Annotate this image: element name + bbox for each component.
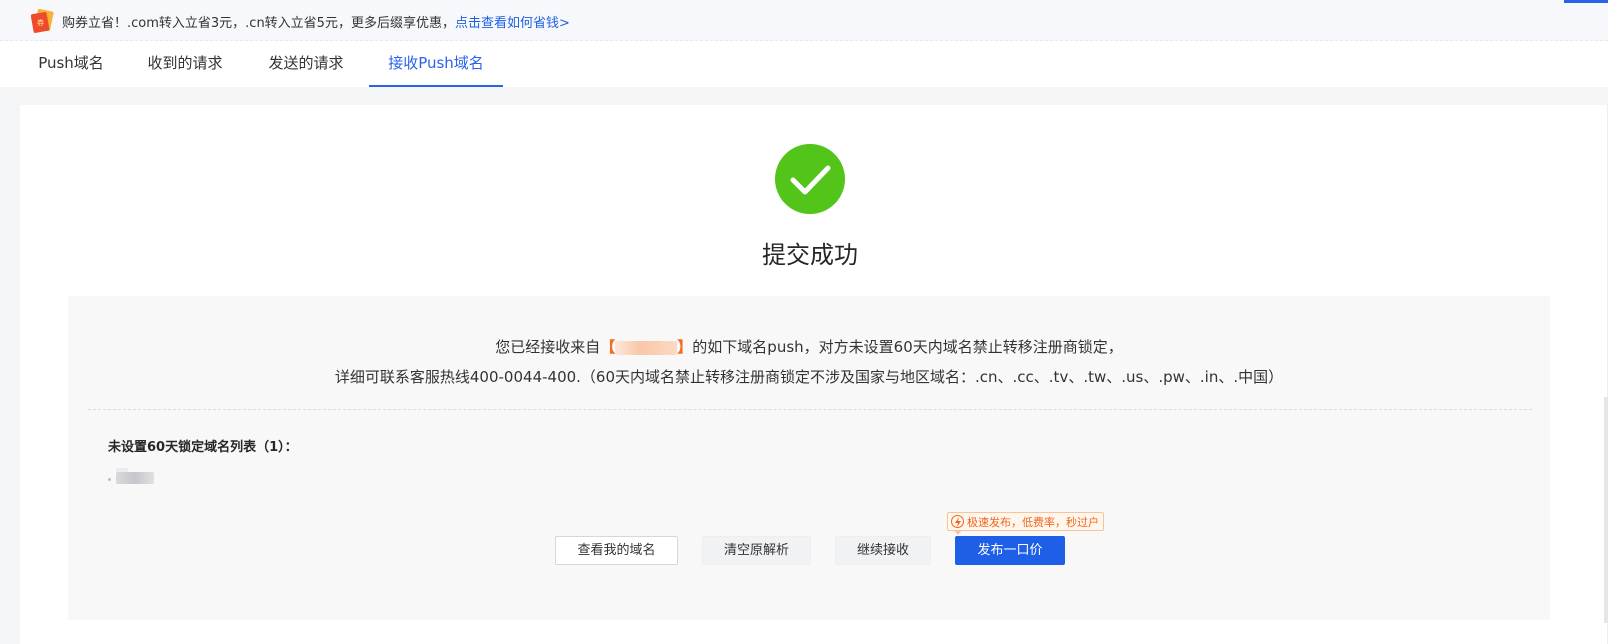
view-my-domains-button[interactable]: 查看我的域名 (555, 536, 678, 565)
check-circle-icon (775, 144, 845, 214)
promo-message: 购券立省！.com转入立省3元，.cn转入立省5元，更多后缀享优惠， (62, 16, 455, 31)
info-panel: 您已经接收来自【 】的如下域名push，对方未设置60天内域名禁止转移注册商锁定，… (68, 296, 1550, 620)
result-card: 提交成功 您已经接收来自【 】的如下域名push，对方未设置60天内域名禁止转移注… (20, 105, 1608, 644)
publish-fixed-price-button[interactable]: 发布一口价 (955, 536, 1065, 565)
list-bullet (108, 478, 111, 481)
tab-receive-push-domain[interactable]: 接收Push域名 (369, 41, 503, 87)
badge-arrow (954, 530, 962, 535)
continue-receive-button[interactable]: 继续接收 (835, 536, 931, 565)
tab-push-domains[interactable]: Push域名 (30, 41, 112, 87)
clear-dns-button[interactable]: 清空原解析 (702, 536, 811, 565)
promo-bar: 券 购券立省！.com转入立省3元，.cn转入立省5元，更多后缀享优惠，点击查看… (0, 0, 1608, 41)
unlocked-domain-list-title: 未设置60天锁定域名列表（1）： (108, 440, 298, 455)
redacted-sender (615, 340, 678, 355)
svg-text:券: 券 (37, 18, 44, 27)
coupon-icon: 券 (30, 8, 56, 34)
tab-bar: Push域名 收到的请求 发送的请求 接收Push域名 (0, 41, 1608, 87)
side-scrollbar[interactable] (1604, 397, 1608, 623)
badge-text: 极速发布，低费率，秒过户 (967, 515, 1099, 529)
info-prefix: 您已经接收来自 (495, 338, 601, 356)
lightning-icon (951, 515, 964, 528)
success-title: 提交成功 (762, 241, 858, 269)
promo-corner-accent (1564, 0, 1608, 3)
dashed-divider (88, 409, 1532, 410)
promo-text: 购券立省！.com转入立省3元，.cn转入立省5元，更多后缀享优惠，点击查看如何… (62, 12, 570, 31)
redacted-domain (116, 472, 154, 484)
info-suffix: 的如下域名push，对方未设置60天内域名禁止转移注册商锁定， (692, 338, 1123, 356)
publish-promo-badge: 极速发布，低费率，秒过户 (947, 512, 1104, 531)
info-message-line1: 您已经接收来自【 】的如下域名push，对方未设置60天内域名禁止转移注册商锁定， (68, 336, 1550, 357)
tab-sent-requests[interactable]: 发送的请求 (260, 41, 352, 87)
info-message-line2: 详细可联系客服热线400-0044-400.（60天内域名禁止转移注册商锁定不涉… (334, 368, 1284, 386)
bracket-close: 】 (677, 338, 693, 356)
bracket-open: 【 (600, 338, 616, 356)
promo-link[interactable]: 点击查看如何省钱> (455, 16, 570, 31)
tab-received-requests[interactable]: 收到的请求 (140, 41, 230, 87)
